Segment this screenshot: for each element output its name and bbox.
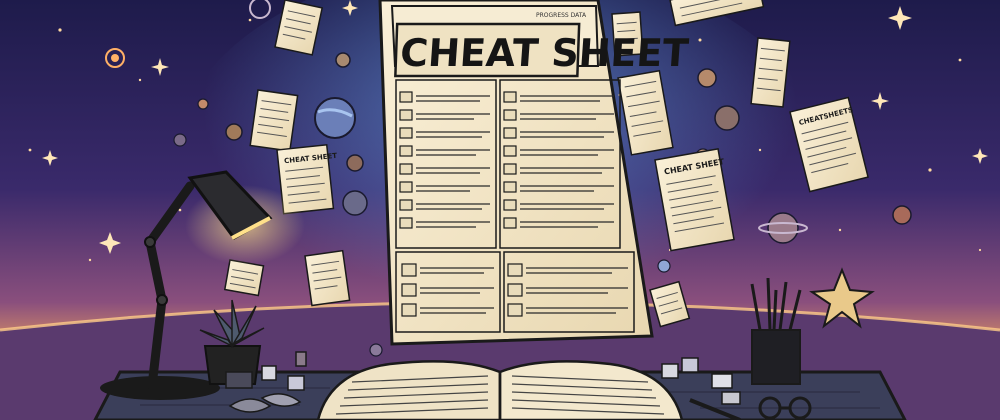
illustration-scene: CHEAT SHEET CHEAT SHEET CHEATSHEETS CHEA… [0,0,1000,420]
poster-tag: PROGRESS DATA [536,12,587,19]
scene-svg: CHEAT SHEET CHEAT SHEET CHEATSHEETS CHEA… [0,0,1000,420]
poster-title: CHEAT SHEET [399,31,690,75]
